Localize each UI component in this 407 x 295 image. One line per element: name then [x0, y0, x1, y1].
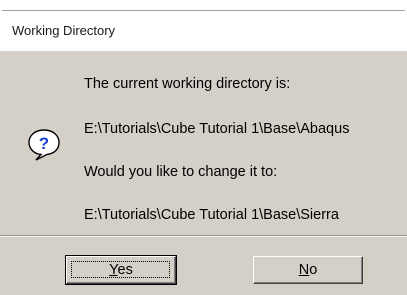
yes-label: Yes — [109, 262, 133, 278]
yes-button[interactable]: Yes — [65, 255, 177, 285]
dialog-body: ? The current working directory is: E:\T… — [0, 51, 407, 295]
yes-label-rest: es — [117, 262, 133, 278]
no-label: No — [299, 262, 318, 278]
svg-text:?: ? — [39, 134, 49, 153]
new-path: E:\Tutorials\Cube Tutorial 1\Base\Sierra — [84, 207, 339, 223]
question-icon: ? — [28, 129, 60, 161]
message-line-1: The current working directory is: — [84, 76, 291, 92]
working-directory-dialog: Working Directory ? The current working … — [0, 0, 407, 295]
no-mnemonic: N — [298, 262, 310, 278]
dialog-title: Working Directory — [12, 23, 116, 38]
message-line-2: Would you like to change it to: — [84, 164, 278, 180]
no-button[interactable]: No — [253, 256, 363, 284]
no-label-rest: o — [309, 262, 318, 278]
separator-light — [0, 236, 407, 237]
current-path: E:\Tutorials\Cube Tutorial 1\Base\Abaqus — [84, 121, 350, 137]
yes-mnemonic: Y — [109, 262, 118, 278]
title-bar: Working Directory — [0, 11, 407, 51]
